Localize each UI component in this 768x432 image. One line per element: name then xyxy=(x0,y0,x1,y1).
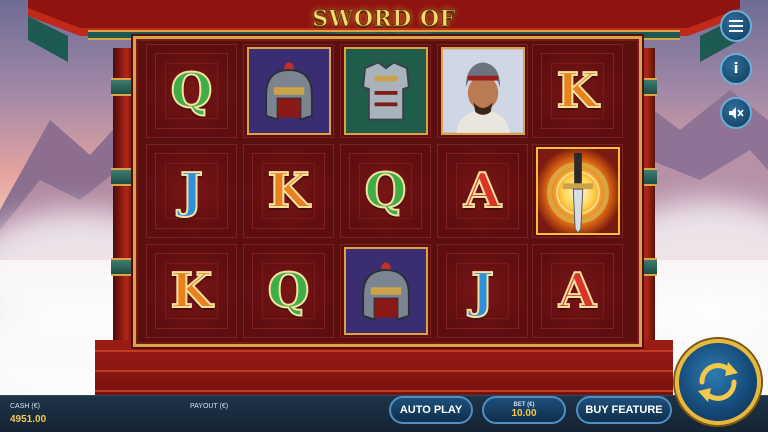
reel-cell xyxy=(532,144,623,238)
symbol-khan xyxy=(440,47,525,135)
reel-cell: Q xyxy=(340,144,431,238)
reel-cell xyxy=(437,44,528,138)
reel-cell: K xyxy=(146,244,237,338)
symbol-q: Q xyxy=(267,263,311,319)
bet-value: 10.00 xyxy=(511,407,537,419)
pillar-left xyxy=(111,48,137,348)
hamburger-menu-icon xyxy=(729,20,743,32)
symbol-q: Q xyxy=(364,163,408,219)
reel-cell: J xyxy=(437,244,528,338)
symbol-sword-wild xyxy=(535,147,620,235)
bet-selector[interactable]: BET (€) 10.00 xyxy=(482,396,566,424)
reel-cell xyxy=(340,244,431,338)
buy-feature-button[interactable]: BUY FEATURE xyxy=(576,396,672,424)
sound-toggle-button[interactable] xyxy=(720,97,752,129)
symbol-k: K xyxy=(267,163,311,219)
info-icon: i xyxy=(733,61,739,77)
reel-cell: K xyxy=(532,44,623,138)
helmet-icon xyxy=(248,49,329,133)
reel-cell xyxy=(340,44,431,138)
reel-cell: J xyxy=(146,144,237,238)
symbol-armor xyxy=(343,47,428,135)
symbol-a: A xyxy=(558,263,597,319)
game-logo: SWORD OF KHANS xyxy=(312,6,456,59)
cash-value: 4951.00 xyxy=(10,414,47,425)
helmet-icon xyxy=(345,249,426,333)
symbol-a: A xyxy=(463,163,502,219)
speaker-muted-icon xyxy=(729,107,744,119)
info-button[interactable]: i xyxy=(720,53,752,85)
khan-portrait-icon xyxy=(442,49,523,133)
reel-cell: A xyxy=(437,144,528,238)
symbol-j: J xyxy=(179,163,204,219)
menu-button[interactable] xyxy=(720,10,752,42)
spin-arrows-icon xyxy=(698,362,738,402)
reel-grid: Q K J K Q A K Q J A xyxy=(146,44,623,339)
reel-cell: K xyxy=(243,144,334,238)
reel-cell xyxy=(243,44,334,138)
cash-label: CASH (€) xyxy=(10,403,40,410)
reel-cell: A xyxy=(532,244,623,338)
auto-play-button[interactable]: AUTO PLAY xyxy=(389,396,473,424)
symbol-k: K xyxy=(556,63,600,119)
armor-icon xyxy=(345,49,426,133)
symbol-helmet xyxy=(343,247,428,335)
symbol-j: J xyxy=(470,263,495,319)
symbol-helmet xyxy=(246,47,331,135)
symbol-q: Q xyxy=(170,63,214,119)
symbol-k: K xyxy=(170,263,214,319)
payout-label: PAYOUT (€) xyxy=(190,403,229,410)
reel-cell: Q xyxy=(146,44,237,138)
sword-icon xyxy=(537,149,618,233)
spin-button[interactable] xyxy=(675,339,761,425)
reel-cell: Q xyxy=(243,244,334,338)
